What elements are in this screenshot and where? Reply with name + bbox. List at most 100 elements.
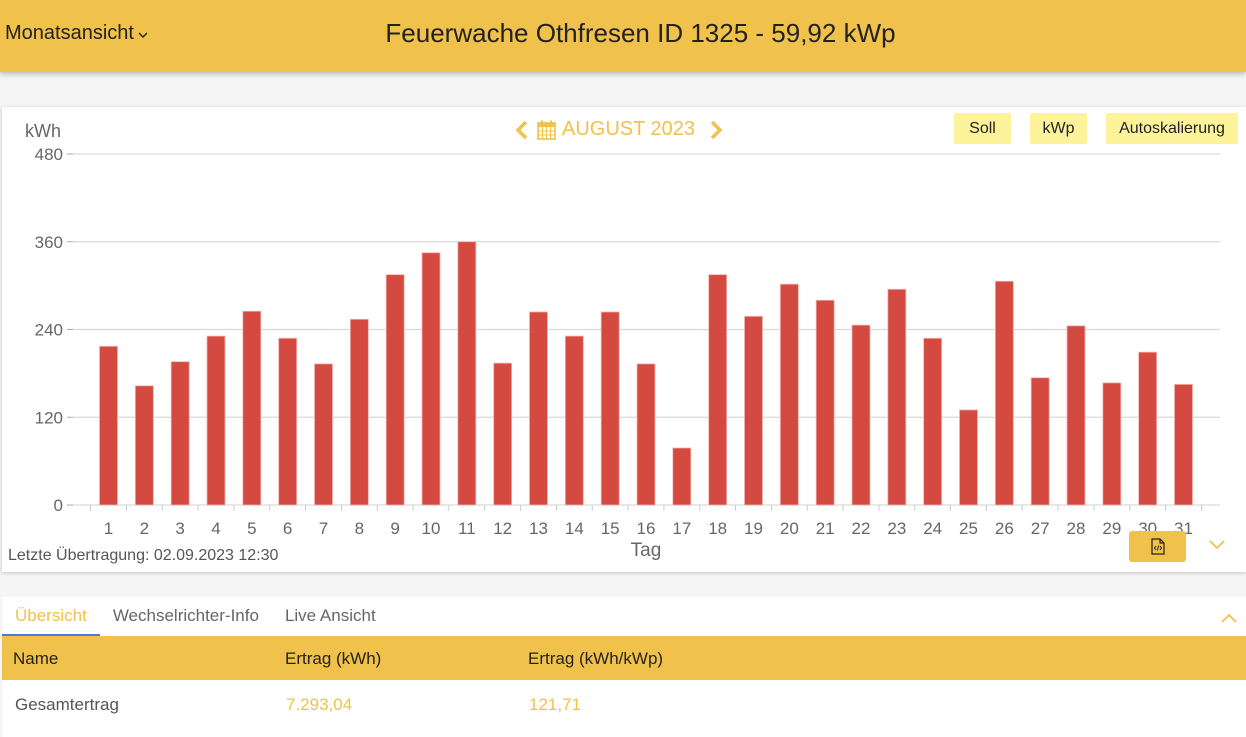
table-header: Name Ertrag (kWh) Ertrag (kWh/kWp) xyxy=(2,636,1246,680)
x-tick-label: 24 xyxy=(923,519,942,538)
bar-day-28[interactable] xyxy=(1066,325,1086,506)
y-tick-label: 360 xyxy=(35,233,63,252)
x-tick-label: 2 xyxy=(140,519,149,538)
x-tick-label: 15 xyxy=(601,519,620,538)
bar-day-6[interactable] xyxy=(278,337,298,506)
x-tick-label: 17 xyxy=(672,519,691,538)
tab-bar: Übersicht Wechselrichter-Info Live Ansic… xyxy=(2,597,389,636)
bar-day-2[interactable] xyxy=(134,385,154,506)
bar-day-5[interactable] xyxy=(242,310,262,506)
x-tick-label: 18 xyxy=(708,519,727,538)
month-label: AUGUST 2023 xyxy=(562,118,696,140)
row-ertrag-kwh-kwp: 121,71 xyxy=(529,695,581,714)
top-bar: Monatsansicht Feuerwache Othfresen ID 13… xyxy=(0,0,1246,72)
chevron-left-icon xyxy=(515,120,528,139)
bar-day-7[interactable] xyxy=(314,363,333,506)
x-tick-label: 14 xyxy=(565,519,584,538)
y-axis-label: kWh xyxy=(25,121,61,141)
bar-day-16[interactable] xyxy=(636,363,656,506)
y-tick-label: 480 xyxy=(35,145,63,164)
bar-day-24[interactable] xyxy=(923,337,943,506)
x-tick-label: 4 xyxy=(211,519,220,538)
x-tick-label: 27 xyxy=(1031,519,1050,538)
x-tick-label: 20 xyxy=(780,519,799,538)
bar-day-27[interactable] xyxy=(1030,377,1050,506)
chevron-down-icon xyxy=(1209,540,1225,550)
bar-day-10[interactable] xyxy=(421,252,441,506)
bar-day-11[interactable] xyxy=(457,241,477,506)
column-header-ertrag-kwh-kwp: Ertrag (kWh/kWp) xyxy=(528,649,664,668)
next-month-button[interactable] xyxy=(709,120,723,140)
bar-day-14[interactable] xyxy=(564,335,584,506)
x-tick-label: 12 xyxy=(493,519,512,538)
tab-wechselrichter-info[interactable]: Wechselrichter-Info xyxy=(100,597,272,636)
bar-day-26[interactable] xyxy=(994,280,1014,506)
month-navigation: AUGUST 2023 xyxy=(515,118,723,141)
x-tick-label: 29 xyxy=(1102,519,1121,538)
details-panel: Übersicht Wechselrichter-Info Live Ansic… xyxy=(2,597,1246,737)
bar-day-13[interactable] xyxy=(529,311,548,506)
expand-chart-button[interactable] xyxy=(1208,538,1226,556)
x-tick-label: 1 xyxy=(104,519,113,538)
x-tick-label: 3 xyxy=(175,519,184,538)
y-tick-label: 120 xyxy=(35,408,63,427)
x-tick-label: 21 xyxy=(816,519,835,538)
bar-day-23[interactable] xyxy=(887,288,907,506)
x-tick-label: 8 xyxy=(355,519,364,538)
bar-day-17[interactable] xyxy=(672,447,692,506)
bar-day-29[interactable] xyxy=(1102,382,1122,506)
calendar-icon xyxy=(537,120,556,140)
y-tick-label: 0 xyxy=(54,496,63,515)
x-tick-label: 28 xyxy=(1067,519,1086,538)
bar-day-12[interactable] xyxy=(493,362,513,506)
y-tick-label: 240 xyxy=(35,321,63,340)
x-tick-label: 25 xyxy=(959,519,978,538)
x-tick-label: 23 xyxy=(887,519,906,538)
bar-day-1[interactable] xyxy=(99,345,118,506)
bar-day-31[interactable] xyxy=(1174,383,1193,506)
export-button[interactable] xyxy=(1129,531,1186,562)
bar-day-4[interactable] xyxy=(206,335,226,506)
row-name: Gesamtertrag xyxy=(15,695,119,714)
x-tick-label: 13 xyxy=(529,519,548,538)
page-title: Feuerwache Othfresen ID 1325 - 59,92 kWp xyxy=(385,18,896,48)
x-axis-label: Tag xyxy=(631,540,662,561)
chevron-up-icon xyxy=(1221,613,1237,623)
kwp-button[interactable]: kWp xyxy=(1030,113,1087,144)
tab-uebersicht[interactable]: Übersicht xyxy=(2,597,100,636)
month-picker[interactable]: AUGUST 2023 xyxy=(537,118,695,141)
x-tick-label: 10 xyxy=(422,519,441,538)
x-tick-label: 26 xyxy=(995,519,1014,538)
chevron-right-icon xyxy=(710,120,723,139)
x-tick-label: 6 xyxy=(283,519,292,538)
bar-day-30[interactable] xyxy=(1138,351,1158,506)
column-header-name: Name xyxy=(13,649,59,668)
bar-day-3[interactable] xyxy=(170,361,190,506)
x-tick-label: 7 xyxy=(319,519,328,538)
table-row: Gesamtertrag 7.293,04 121,71 xyxy=(2,680,1246,728)
last-transfer-status: Letzte Übertragung: 02.09.2023 12:30 xyxy=(8,547,279,564)
code-file-icon xyxy=(1150,538,1165,555)
bar-day-19[interactable] xyxy=(744,315,763,506)
column-header-ertrag-kwh: Ertrag (kWh) xyxy=(285,649,382,668)
collapse-panel-button[interactable] xyxy=(1220,611,1238,629)
x-tick-label: 16 xyxy=(637,519,656,538)
x-tick-label: 11 xyxy=(458,519,476,538)
x-tick-label: 9 xyxy=(390,519,399,538)
bar-day-9[interactable] xyxy=(385,274,405,506)
x-tick-label: 5 xyxy=(247,519,256,538)
autoscale-button[interactable]: Autoskalierung xyxy=(1106,113,1238,144)
bar-chart: kWh Tag 0120240360480 1 2 3 4 5 6 7 8 9 10 11 12 13 1… xyxy=(25,121,1220,561)
soll-button[interactable]: Soll xyxy=(954,113,1011,144)
x-tick-label: 22 xyxy=(852,519,871,538)
previous-month-button[interactable] xyxy=(515,120,529,140)
bar-day-18[interactable] xyxy=(708,274,728,506)
bar-day-25[interactable] xyxy=(959,409,978,506)
bar-day-8[interactable] xyxy=(349,318,369,506)
x-tick-label: 19 xyxy=(744,519,763,538)
bar-day-20[interactable] xyxy=(779,283,799,506)
bar-day-22[interactable] xyxy=(851,324,871,506)
bar-day-15[interactable] xyxy=(600,311,620,506)
bar-day-21[interactable] xyxy=(815,299,835,506)
tab-live-ansicht[interactable]: Live Ansicht xyxy=(272,597,389,636)
